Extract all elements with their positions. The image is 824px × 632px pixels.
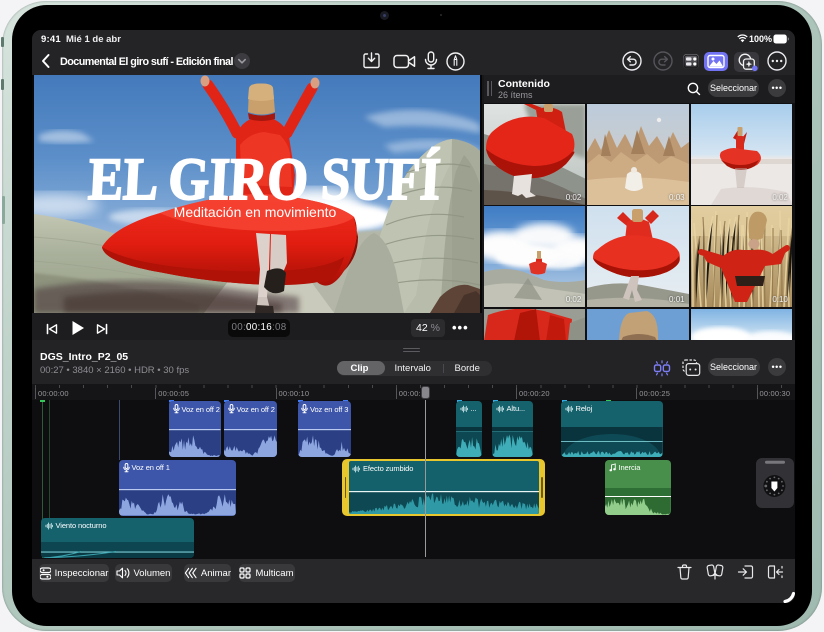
svg-text:Meditación en movimiento: Meditación en movimiento (174, 204, 337, 220)
svg-text:EL GIRO SUFÍ: EL GIRO SUFÍ (87, 145, 443, 212)
